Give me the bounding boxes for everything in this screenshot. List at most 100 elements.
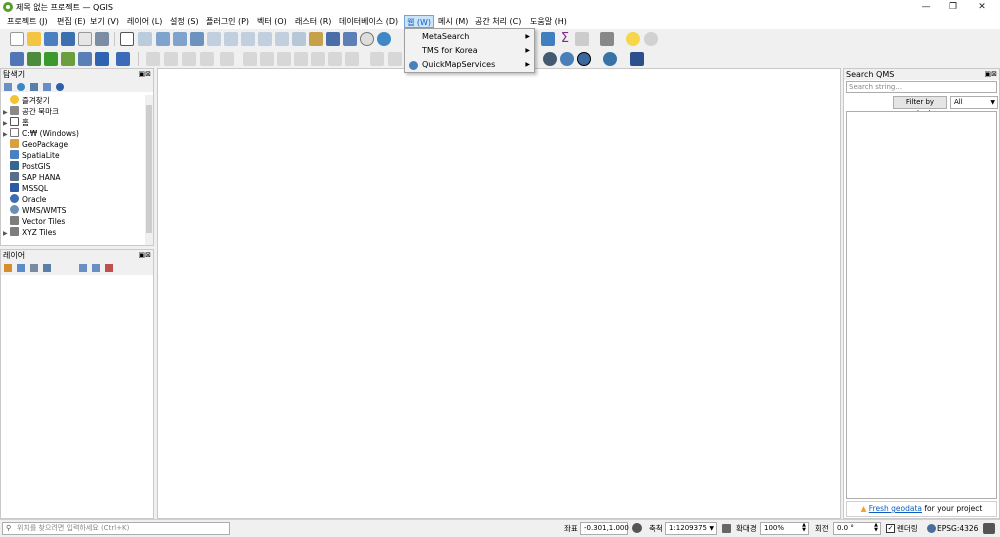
menu-layer[interactable]: 레이어 (L)	[125, 15, 164, 28]
menu-item-tms-for-korea[interactable]: TMS for Korea ▶	[405, 44, 534, 58]
menu-project[interactable]: 프로젝트 (J)	[5, 15, 50, 28]
new-3d-view-icon[interactable]	[309, 32, 323, 46]
maximize-button[interactable]: ❐	[943, 1, 963, 13]
new-project-icon[interactable]	[10, 32, 24, 46]
zoom-last-icon[interactable]	[258, 32, 272, 46]
layer-styling-icon[interactable]	[4, 264, 12, 272]
copy-features-icon[interactable]	[277, 52, 291, 66]
expand-all-icon[interactable]	[79, 264, 87, 272]
menu-mesh[interactable]: 메시 (M)	[436, 15, 470, 28]
qms-active-icon[interactable]	[577, 52, 591, 66]
zoom-selection-icon[interactable]	[207, 32, 221, 46]
menu-database[interactable]: 데이터베이스 (D)	[337, 15, 400, 28]
save-edits-icon[interactable]	[182, 52, 196, 66]
new-map-view-icon[interactable]	[292, 32, 306, 46]
menu-item-metasearch[interactable]: MetaSearch ▶	[405, 30, 534, 44]
add-virtual-layer-icon[interactable]	[116, 52, 130, 66]
paste-features-2-icon[interactable]	[311, 52, 325, 66]
zoom-native-icon[interactable]	[241, 32, 255, 46]
tree-item-spatialite[interactable]: SpatiaLite	[3, 150, 60, 161]
scrollbar-thumb[interactable]	[146, 105, 152, 233]
python-console-icon[interactable]	[603, 52, 617, 66]
locator-input[interactable]: ⚲ 위치를 찾으려면 입력하세요 (Ctrl+K)	[2, 522, 230, 535]
menu-raster[interactable]: 래스터 (R)	[293, 15, 333, 28]
edit-pencil-icon[interactable]	[164, 52, 178, 66]
scale-field[interactable]: 1:1209375 ▼	[665, 522, 717, 535]
data-source-manager-icon[interactable]	[10, 52, 24, 66]
menu-processing[interactable]: 공간 처리 (C)	[473, 15, 523, 28]
cut-features-icon[interactable]	[260, 52, 274, 66]
tree-item-oracle[interactable]: Oracle	[3, 194, 46, 205]
tree-item-postgis[interactable]: PostGIS	[3, 161, 50, 172]
coordinate-field[interactable]: -0.301,1.000	[580, 522, 629, 535]
messages-icon[interactable]	[983, 523, 995, 534]
menu-item-quickmapservices[interactable]: QuickMapServices ▶	[405, 58, 534, 72]
bookmark-icon[interactable]	[326, 32, 340, 46]
zoom-out-icon[interactable]	[173, 32, 187, 46]
print-layout-icon[interactable]	[78, 32, 92, 46]
add-group-icon[interactable]	[17, 264, 25, 272]
manage-visibility-icon[interactable]	[30, 264, 38, 272]
refresh-icon[interactable]	[377, 32, 391, 46]
show-bookmarks-icon[interactable]	[343, 32, 357, 46]
tree-item-drive-c[interactable]: ▶ C:₩ (Windows)	[3, 128, 79, 139]
delete-selected-icon[interactable]	[243, 52, 257, 66]
magnifier-field[interactable]: 100% ▲ ▼	[760, 522, 809, 535]
statistics-sigma-icon[interactable]: Σ	[558, 32, 572, 46]
remove-layer-icon[interactable]	[105, 264, 113, 272]
map-tips-icon[interactable]	[626, 32, 640, 46]
pan-to-selection-icon[interactable]	[138, 32, 152, 46]
minimize-button[interactable]: —	[916, 1, 936, 13]
properties-icon[interactable]	[56, 83, 64, 91]
toggle-editing-icon[interactable]	[146, 52, 160, 66]
tree-item-sap-hana[interactable]: SAP HANA	[3, 172, 60, 183]
menu-settings[interactable]: 설정 (S)	[168, 15, 201, 28]
tree-item-xyz-tiles[interactable]: ▶ XYZ Tiles	[3, 227, 56, 238]
redo-icon[interactable]	[345, 52, 359, 66]
fresh-geodata-link[interactable]: Fresh geodata	[869, 504, 922, 513]
tree-item-vector-tiles[interactable]: Vector Tiles	[3, 216, 65, 227]
qms-filter-select[interactable]: All ▼	[950, 96, 998, 109]
browser-scrollbar[interactable]	[145, 95, 153, 245]
menu-vector[interactable]: 벡터 (O)	[255, 15, 289, 28]
new-geopackage-layer-icon[interactable]	[27, 52, 41, 66]
collapse-all-icon[interactable]	[92, 264, 100, 272]
save-project-icon[interactable]	[44, 32, 58, 46]
filter-icon[interactable]	[30, 83, 38, 91]
menu-edit[interactable]: 편집 (E)	[55, 15, 88, 28]
zoom-full-icon[interactable]	[190, 32, 204, 46]
add-spatialite-layer-icon[interactable]	[78, 52, 92, 66]
add-selected-layers-icon[interactable]	[4, 83, 12, 91]
zoom-in-icon[interactable]	[156, 32, 170, 46]
filter-by-extent-button[interactable]: Filter by extent	[893, 96, 947, 117]
pan-icon[interactable]	[120, 32, 134, 46]
crs-globe-icon[interactable]	[927, 524, 936, 533]
add-wms-layer-icon[interactable]	[95, 52, 109, 66]
tree-item-geopackage[interactable]: GeoPackage	[3, 139, 68, 150]
menu-web[interactable]: 웹 (W)	[404, 15, 435, 28]
close-button[interactable]: ✕	[972, 1, 992, 13]
qms-globe-icon[interactable]	[560, 52, 574, 66]
lock-scale-icon[interactable]	[722, 524, 731, 533]
paste-features-icon[interactable]	[294, 52, 308, 66]
zoom-next-icon[interactable]	[275, 32, 289, 46]
refresh-icon[interactable]	[17, 83, 25, 91]
tree-item-home[interactable]: ▶ 홈	[3, 117, 29, 128]
label-pin-icon[interactable]	[388, 52, 402, 66]
panel-float-close-icon[interactable]: ▣⊠	[139, 251, 151, 259]
rotation-field[interactable]: 0.0 ° ▲ ▼	[833, 522, 881, 535]
qms-results-list[interactable]	[846, 111, 997, 499]
tree-item-bookmarks[interactable]: ▶ 공간 북마크	[3, 106, 59, 117]
settings-gear-icon[interactable]	[541, 32, 555, 46]
menu-help[interactable]: 도움말 (H)	[528, 15, 569, 28]
qms-search-input[interactable]: Search string...	[846, 81, 997, 93]
tree-item-favorites[interactable]: 즐겨찾기	[3, 95, 50, 106]
panel-float-close-icon[interactable]: ▣⊠	[139, 70, 151, 78]
zoom-layer-icon[interactable]	[224, 32, 238, 46]
add-raster-layer-icon[interactable]	[61, 52, 75, 66]
open-project-icon[interactable]	[27, 32, 41, 46]
temporal-controller-icon[interactable]	[360, 32, 374, 46]
render-checkbox[interactable]: ✓	[886, 524, 895, 533]
decorations-icon[interactable]	[644, 32, 658, 46]
menu-plugins[interactable]: 플러그인 (P)	[204, 15, 251, 28]
